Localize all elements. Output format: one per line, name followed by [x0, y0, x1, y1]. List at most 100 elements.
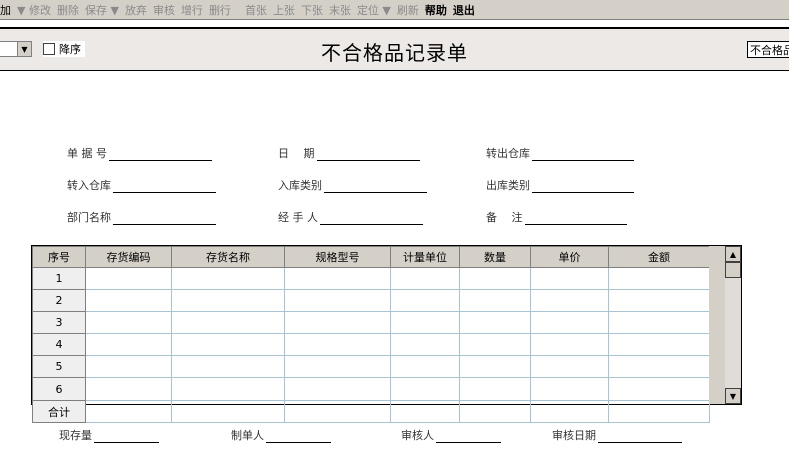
- toolbar-last-button[interactable]: 末张: [326, 2, 354, 18]
- col-header-price[interactable]: 单价: [530, 246, 609, 268]
- col-header-unit[interactable]: 计量单位: [390, 246, 460, 268]
- cell[interactable]: [284, 333, 391, 356]
- handler-field[interactable]: 经 手 人: [278, 209, 423, 225]
- cell[interactable]: [85, 333, 172, 356]
- table-row[interactable]: 5: [32, 355, 710, 378]
- cell[interactable]: [390, 289, 460, 312]
- col-header-name[interactable]: 存货名称: [171, 246, 285, 268]
- table-row[interactable]: 6: [32, 377, 710, 401]
- toolbar-exit-button[interactable]: 退出: [450, 2, 478, 18]
- cell: [284, 400, 391, 423]
- toolbar-add-button[interactable]: 加: [0, 2, 14, 18]
- cell[interactable]: [284, 377, 391, 401]
- out-warehouse-field[interactable]: 转出仓库: [486, 145, 634, 161]
- toolbar-delete-row-button[interactable]: 删行: [206, 2, 234, 18]
- toolbar-add-row-button[interactable]: 增行: [178, 2, 206, 18]
- dept-input[interactable]: [113, 212, 216, 225]
- table-row[interactable]: 2: [32, 289, 710, 312]
- remark-input[interactable]: [524, 212, 627, 225]
- cell[interactable]: [530, 311, 609, 334]
- scroll-down-icon[interactable]: ▼: [725, 388, 741, 404]
- cell[interactable]: [459, 355, 531, 378]
- cell[interactable]: [390, 311, 460, 334]
- in-warehouse-input[interactable]: [113, 180, 216, 193]
- cell[interactable]: [390, 377, 460, 401]
- out-type-field[interactable]: 出库类别: [486, 177, 634, 193]
- cell[interactable]: [608, 355, 710, 378]
- dept-field[interactable]: 部门名称: [67, 209, 216, 225]
- cell[interactable]: [459, 289, 531, 312]
- out-warehouse-input[interactable]: [532, 148, 634, 161]
- col-header-seq[interactable]: 序号: [32, 246, 86, 268]
- cell[interactable]: [284, 267, 391, 290]
- cell[interactable]: [284, 311, 391, 334]
- out-type-input[interactable]: [532, 180, 634, 193]
- cell[interactable]: [171, 377, 285, 401]
- col-header-spec[interactable]: 规格型号: [284, 246, 391, 268]
- col-header-qty[interactable]: 数量: [459, 246, 531, 268]
- toolbar-audit-button[interactable]: 审核: [150, 2, 178, 18]
- toolbar-prev-button[interactable]: 上张: [270, 2, 298, 18]
- cell[interactable]: [459, 377, 531, 401]
- date-input[interactable]: [316, 148, 420, 161]
- cell[interactable]: [390, 333, 460, 356]
- toolbar-refresh-button[interactable]: 刷新: [394, 2, 422, 18]
- toolbar-next-button[interactable]: 下张: [298, 2, 326, 18]
- scroll-thumb[interactable]: [725, 262, 741, 278]
- cell[interactable]: [459, 333, 531, 356]
- cell[interactable]: [530, 355, 609, 378]
- cell[interactable]: [530, 289, 609, 312]
- col-header-amount[interactable]: 金额: [608, 246, 710, 268]
- in-warehouse-field[interactable]: 转入仓库: [67, 177, 216, 193]
- toolbar-save-button[interactable]: 保存 ▼: [82, 2, 122, 18]
- table-row[interactable]: 4: [32, 333, 710, 356]
- cell[interactable]: [284, 289, 391, 312]
- vertical-scrollbar[interactable]: ▲ ▼: [725, 246, 741, 404]
- cell[interactable]: [85, 355, 172, 378]
- table-row[interactable]: 3: [32, 311, 710, 334]
- doc-no-field[interactable]: 单 据 号: [67, 145, 212, 161]
- cell[interactable]: [530, 377, 609, 401]
- col-header-code[interactable]: 存货编码: [85, 246, 172, 268]
- table-row[interactable]: 1: [32, 267, 710, 290]
- handler-input[interactable]: [320, 212, 423, 225]
- date-label: 日 期: [278, 147, 315, 160]
- cell[interactable]: [530, 267, 609, 290]
- in-type-input[interactable]: [324, 180, 427, 193]
- row-number: 2: [32, 289, 86, 312]
- cell[interactable]: [171, 289, 285, 312]
- cell[interactable]: [459, 311, 531, 334]
- cell[interactable]: [85, 377, 172, 401]
- toolbar-modify-button[interactable]: ▼ 修改: [14, 2, 54, 18]
- doc-no-input[interactable]: [109, 148, 212, 161]
- cell[interactable]: [390, 355, 460, 378]
- cell[interactable]: [608, 311, 710, 334]
- cell[interactable]: [171, 333, 285, 356]
- cell[interactable]: [85, 311, 172, 334]
- cell[interactable]: [390, 267, 460, 290]
- total-label: 合计: [32, 400, 86, 423]
- toolbar-first-button[interactable]: 首张: [242, 2, 270, 18]
- toolbar-discard-button[interactable]: 放弃: [122, 2, 150, 18]
- scroll-up-icon[interactable]: ▲: [725, 246, 741, 262]
- cell[interactable]: [530, 333, 609, 356]
- cell[interactable]: [608, 377, 710, 401]
- cell[interactable]: [608, 333, 710, 356]
- cell[interactable]: [85, 289, 172, 312]
- cell[interactable]: [608, 289, 710, 312]
- toolbar-delete-button[interactable]: 删除: [54, 2, 82, 18]
- toolbar-locate-button[interactable]: 定位 ▼: [354, 2, 394, 18]
- cell[interactable]: [171, 311, 285, 334]
- in-type-field[interactable]: 入库类别: [278, 177, 427, 193]
- cell[interactable]: [85, 267, 172, 290]
- date-field[interactable]: 日 期: [278, 145, 420, 161]
- template-select[interactable]: 不合格品: [747, 41, 789, 58]
- remark-field[interactable]: 备 注: [486, 209, 627, 225]
- cell[interactable]: [171, 267, 285, 290]
- cell[interactable]: [284, 355, 391, 378]
- cell[interactable]: [608, 267, 710, 290]
- toolbar-help-button[interactable]: 帮助: [422, 2, 450, 18]
- remark-label: 备 注: [486, 211, 523, 224]
- cell[interactable]: [171, 355, 285, 378]
- cell[interactable]: [459, 267, 531, 290]
